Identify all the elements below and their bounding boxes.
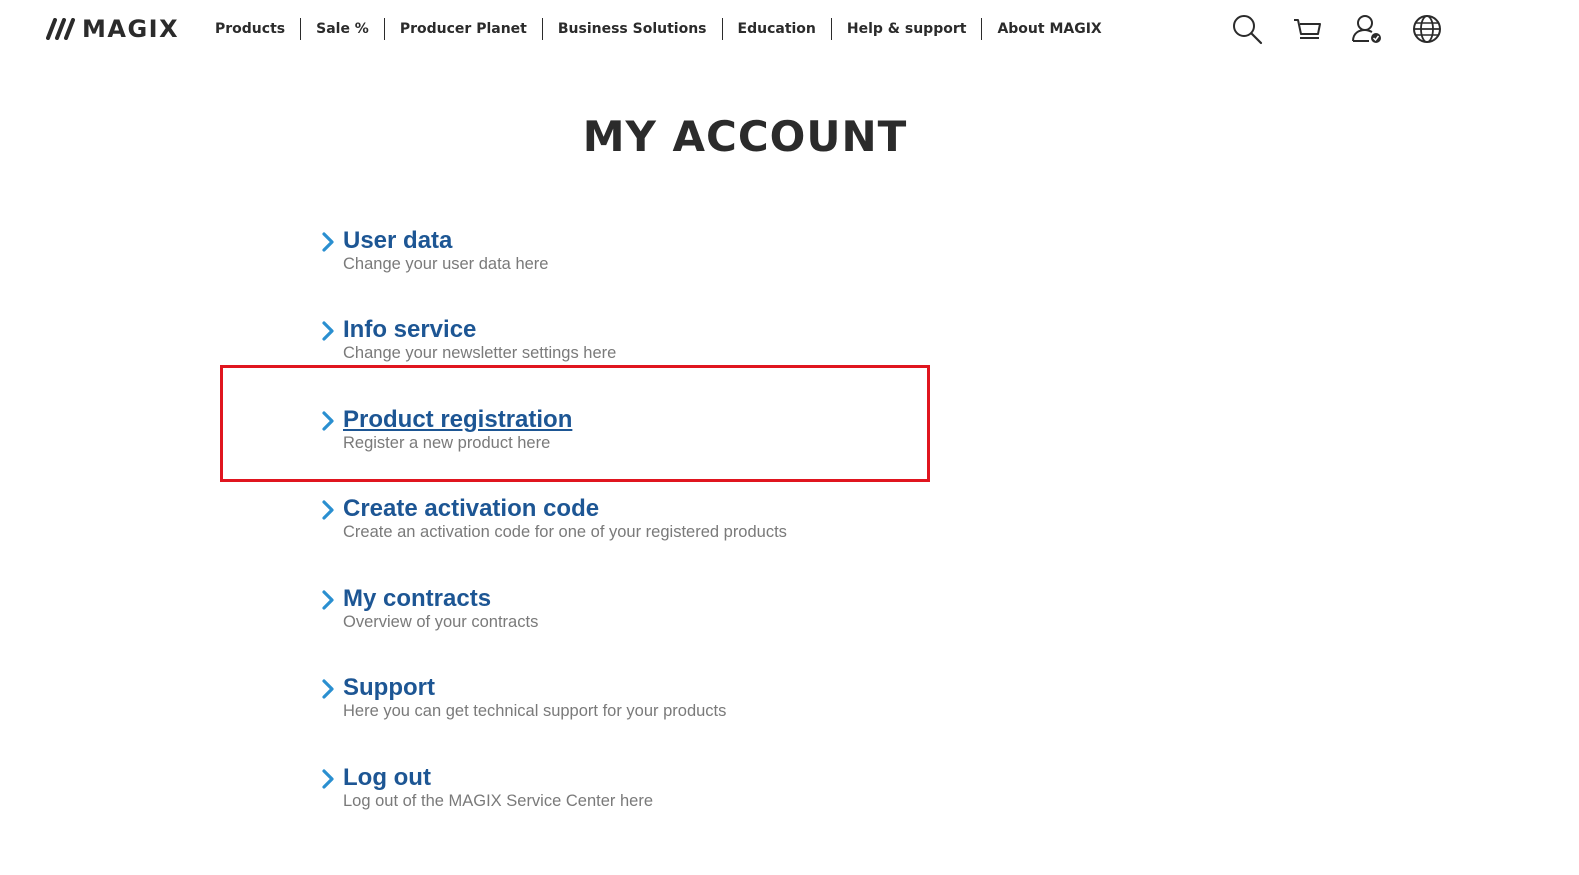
nav-sale[interactable]: Sale % — [301, 17, 384, 41]
menu-description: Change your newsletter settings here — [343, 344, 617, 362]
chevron-right-icon — [322, 769, 334, 789]
chevron-right-icon — [322, 321, 334, 341]
menu-link-log-out[interactable]: Log out — [343, 762, 431, 794]
logo-text: MAGIX — [82, 15, 180, 43]
chevron-right-icon — [322, 590, 334, 610]
menu-link-support[interactable]: Support — [343, 672, 435, 704]
menu-link-info-service[interactable]: Info service — [343, 314, 476, 346]
magix-logo-mark-icon — [46, 18, 75, 40]
menu-link-my-contracts[interactable]: My contracts — [343, 583, 491, 615]
account-button[interactable] — [1350, 12, 1384, 46]
globe-icon — [1413, 15, 1441, 43]
menu-link-user-data[interactable]: User data — [343, 225, 452, 257]
menu-item-my-contracts[interactable]: My contracts Overview of your contracts — [320, 583, 1020, 643]
nav-business-solutions[interactable]: Business Solutions — [543, 17, 722, 41]
site-header: MAGIX Products Sale % Producer Planet Bu… — [0, 0, 1579, 60]
menu-link-create-activation-code[interactable]: Create activation code — [343, 493, 599, 525]
page-title: MY ACCOUNT — [582, 112, 908, 161]
menu-description: Change your user data here — [343, 255, 549, 273]
header-icons — [1230, 12, 1444, 46]
menu-link-product-registration[interactable]: Product registration — [343, 404, 572, 436]
menu-description: Log out of the MAGIX Service Center here — [343, 792, 653, 810]
nav-help-support[interactable]: Help & support — [832, 17, 982, 41]
menu-item-support[interactable]: Support Here you can get technical suppo… — [320, 672, 1020, 732]
menu-description: Register a new product here — [343, 434, 551, 452]
user-account-icon — [1352, 15, 1381, 43]
menu-description: Create an activation code for one of you… — [343, 523, 787, 541]
menu-item-log-out[interactable]: Log out Log out of the MAGIX Service Cen… — [320, 762, 1020, 822]
chevron-right-icon — [322, 411, 334, 431]
menu-description: Here you can get technical support for y… — [343, 702, 727, 720]
main-nav: Products Sale % Producer Planet Business… — [200, 17, 1117, 41]
menu-item-create-activation-code[interactable]: Create activation code Create an activat… — [320, 493, 1020, 553]
chevron-right-icon — [322, 232, 334, 252]
magix-logo[interactable]: MAGIX — [46, 14, 179, 44]
menu-description: Overview of your contracts — [343, 613, 539, 631]
search-icon — [1233, 15, 1263, 45]
menu-item-user-data[interactable]: User data Change your user data here — [320, 225, 1020, 285]
menu-item-product-registration[interactable]: Product registration Register a new prod… — [320, 404, 1020, 464]
search-button[interactable] — [1230, 12, 1264, 46]
menu-item-info-service[interactable]: Info service Change your newsletter sett… — [320, 314, 1020, 374]
nav-products[interactable]: Products — [200, 17, 300, 41]
cart-icon — [1294, 19, 1321, 39]
cart-button[interactable] — [1290, 12, 1324, 46]
nav-producer-planet[interactable]: Producer Planet — [385, 17, 542, 41]
chevron-right-icon — [322, 500, 334, 520]
language-button[interactable] — [1410, 12, 1444, 46]
nav-about-magix[interactable]: About MAGIX — [982, 17, 1116, 41]
chevron-right-icon — [322, 679, 334, 699]
nav-education[interactable]: Education — [723, 17, 831, 41]
